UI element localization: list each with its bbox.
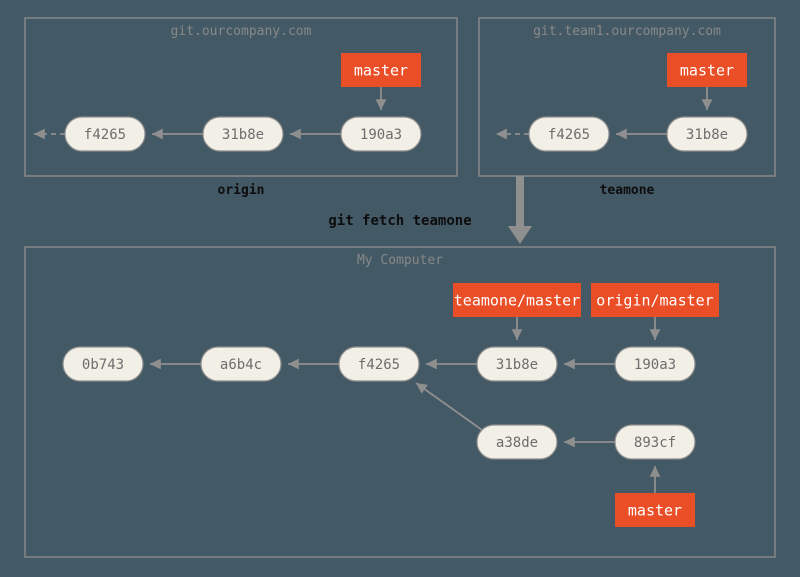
teamone-remote-box: git.team1.ourcompany.com master f4265 31… — [479, 18, 775, 198]
svg-text:31b8e: 31b8e — [496, 357, 538, 373]
local-box: My Computer teamone/master origin/master… — [25, 247, 775, 557]
svg-text:a38de: a38de — [496, 435, 538, 451]
svg-text:31b8e: 31b8e — [222, 127, 264, 143]
svg-text:190a3: 190a3 — [360, 127, 402, 143]
svg-text:190a3: 190a3 — [634, 357, 676, 373]
teamone-commit-31b8e: 31b8e — [667, 117, 747, 151]
svg-text:origin/master: origin/master — [596, 292, 713, 310]
local-commit-190a3: 190a3 — [615, 347, 695, 381]
teamone-title: git.team1.ourcompany.com — [533, 24, 721, 39]
fetch-command-label: git fetch teamone — [328, 213, 471, 229]
svg-text:master: master — [354, 62, 408, 80]
svg-text:teamone/master: teamone/master — [454, 292, 580, 310]
origin-title: git.ourcompany.com — [171, 24, 312, 39]
svg-text:master: master — [680, 62, 734, 80]
origin-commit-31b8e: 31b8e — [203, 117, 283, 151]
local-commit-a6b4c: a6b4c — [201, 347, 281, 381]
svg-text:31b8e: 31b8e — [686, 127, 728, 143]
local-commit-893cf: 893cf — [615, 425, 695, 459]
local-commit-f4265: f4265 — [339, 347, 419, 381]
local-master-ref: master — [615, 493, 695, 527]
svg-text:master: master — [628, 502, 682, 520]
fetch-arrow: git fetch teamone — [328, 176, 532, 244]
origin-master-ref: master — [341, 53, 421, 87]
svg-text:f4265: f4265 — [548, 127, 590, 143]
teamone-master-remote-ref: teamone/master — [453, 283, 581, 317]
origin-remote-box: git.ourcompany.com master f4265 31b8e 19… — [25, 18, 457, 198]
local-commit-31b8e: 31b8e — [477, 347, 557, 381]
origin-label: origin — [218, 183, 265, 198]
origin-commit-f4265: f4265 — [65, 117, 145, 151]
origin-master-remote-ref: origin/master — [591, 283, 719, 317]
svg-text:893cf: 893cf — [634, 435, 676, 451]
svg-text:f4265: f4265 — [84, 127, 126, 143]
svg-text:f4265: f4265 — [358, 357, 400, 373]
local-commit-a38de: a38de — [477, 425, 557, 459]
teamone-commit-f4265: f4265 — [529, 117, 609, 151]
origin-commit-190a3: 190a3 — [341, 117, 421, 151]
local-title: My Computer — [357, 253, 443, 268]
teamone-master-ref: master — [667, 53, 747, 87]
local-commit-0b743: 0b743 — [63, 347, 143, 381]
svg-text:a6b4c: a6b4c — [220, 357, 262, 373]
teamone-label: teamone — [600, 183, 655, 198]
svg-text:0b743: 0b743 — [82, 357, 124, 373]
